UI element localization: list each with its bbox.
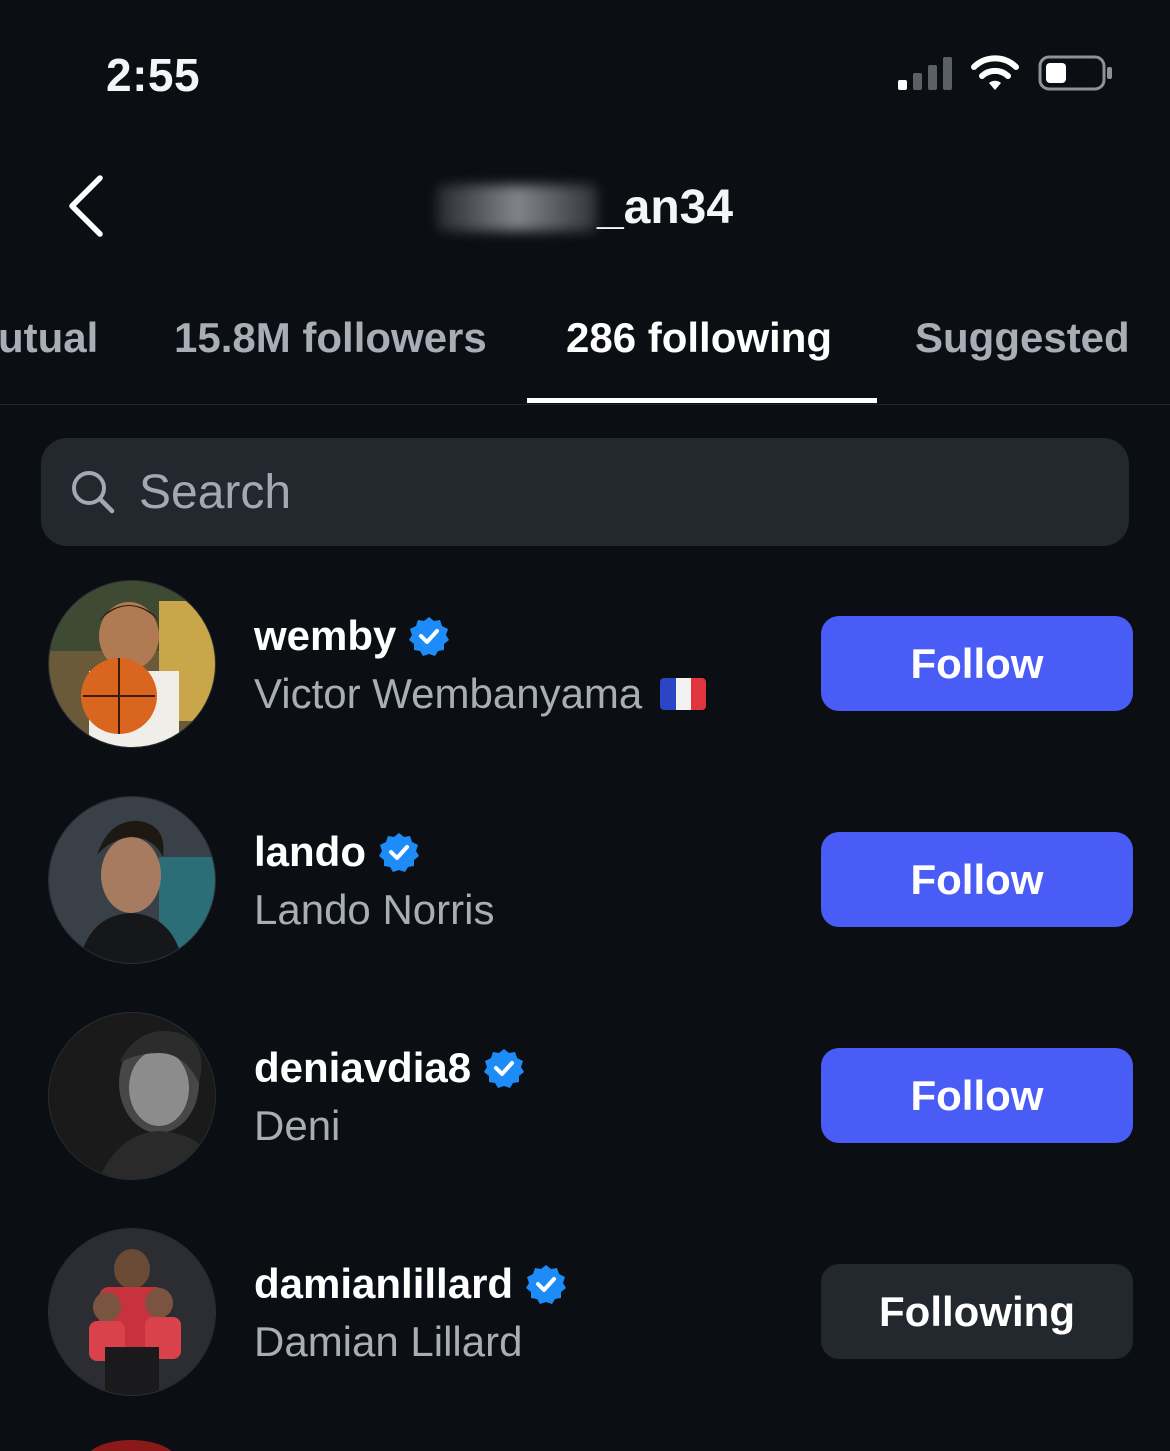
status-time: 2:55 [106, 49, 201, 101]
full-name: Victor Wembanyama [254, 670, 643, 717]
search-input[interactable] [137, 463, 1129, 521]
tab-followers[interactable]: 15.8M followers [174, 314, 487, 362]
tab-mutual[interactable]: utual [0, 314, 98, 362]
search-icon [72, 471, 115, 514]
list-item[interactable]: deniavdia8 Deni Follow [0, 1012, 1170, 1228]
verified-badge-icon [484, 1049, 525, 1088]
cellular-signal-icon [898, 56, 952, 90]
verified-badge-icon [409, 617, 450, 656]
active-tab-indicator [527, 398, 877, 403]
redacted-username-part [436, 185, 597, 231]
avatar[interactable] [48, 580, 216, 748]
list-item[interactable]: wemby Victor Wembanyama Follow [0, 580, 1170, 796]
verified-badge-icon [526, 1265, 567, 1304]
full-name: Damian Lillard [254, 1318, 523, 1365]
full-name: Deni [254, 1102, 341, 1149]
list-item[interactable]: lando Lando Norris Follow [0, 796, 1170, 1012]
verified-badge-icon [379, 833, 419, 872]
tab-following[interactable]: 286 following [566, 314, 832, 362]
follow-tabs: utual 15.8M followers 286 following Sugg… [0, 300, 1170, 405]
search-bar[interactable] [41, 438, 1129, 546]
follow-button[interactable]: Follow [821, 832, 1133, 927]
list-item[interactable]: damianlillard Damian Lillard Following [0, 1228, 1170, 1444]
username[interactable]: damianlillard [254, 1260, 513, 1308]
username[interactable]: wemby [254, 612, 396, 660]
following-button[interactable]: Following [821, 1264, 1133, 1359]
full-name: Lando Norris [254, 886, 495, 933]
battery-icon [1038, 55, 1112, 91]
avatar[interactable] [48, 1228, 216, 1396]
france-flag-icon [660, 678, 707, 710]
avatar[interactable] [48, 1012, 216, 1180]
wifi-icon [971, 55, 1019, 90]
username[interactable]: deniavdia8 [254, 1044, 471, 1092]
profile-username-title: _an34 [0, 180, 1170, 235]
username[interactable]: lando [254, 828, 366, 876]
status-icons [898, 54, 1114, 92]
tab-suggested[interactable]: Suggested [915, 314, 1130, 362]
following-screen: 2:55 _an34 utual 15.8M followers 286 fol… [0, 0, 1170, 1451]
follow-button[interactable]: Follow [821, 616, 1133, 711]
follow-button[interactable]: Follow [821, 1048, 1133, 1143]
avatar[interactable] [48, 796, 216, 964]
